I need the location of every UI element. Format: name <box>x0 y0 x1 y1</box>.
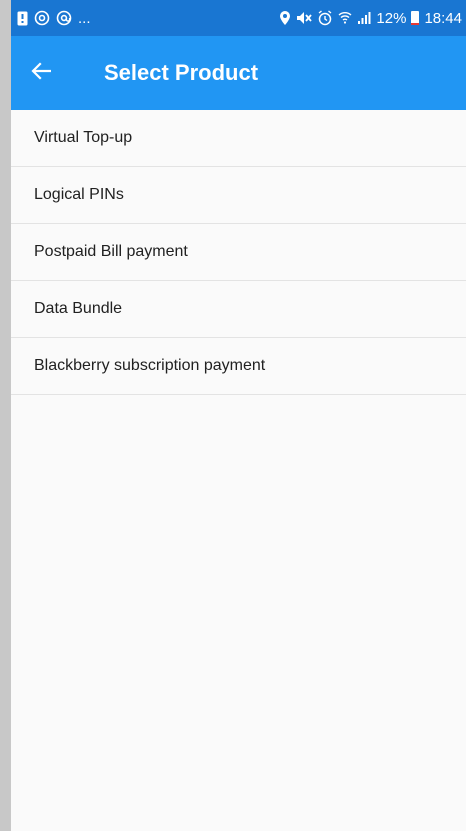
alarm-icon <box>317 9 333 27</box>
battery-level <box>411 23 420 25</box>
wifi-icon <box>338 9 352 27</box>
status-ellipsis: ... <box>78 9 91 27</box>
battery-percent: 12% <box>376 9 407 27</box>
sync-icon <box>34 9 50 27</box>
device-frame: ... 12% 18:44 Select Product Virtual Top… <box>0 0 466 831</box>
list-item-label: Data Bundle <box>34 300 123 317</box>
arrow-left-icon <box>31 61 52 85</box>
page-title: Select Product <box>104 60 259 85</box>
mute-icon <box>296 9 313 27</box>
signal-icon <box>357 9 371 27</box>
list-item-postpaid-bill-payment[interactable]: Postpaid Bill payment <box>11 224 466 281</box>
status-right-group: 12% 18:44 <box>279 9 466 27</box>
battery-icon <box>411 11 420 25</box>
product-list: Virtual Top-up Logical PINs Postpaid Bil… <box>11 110 466 395</box>
list-item-data-bundle[interactable]: Data Bundle <box>11 281 466 338</box>
app-bar: Select Product <box>11 36 466 110</box>
status-bar: ... 12% 18:44 <box>11 0 466 36</box>
notification-icon <box>17 9 28 27</box>
list-item-label: Postpaid Bill payment <box>34 243 188 260</box>
list-item-virtual-top-up[interactable]: Virtual Top-up <box>11 110 466 167</box>
list-item-label: Virtual Top-up <box>34 129 133 146</box>
list-item-blackberry-subscription-payment[interactable]: Blackberry subscription payment <box>11 338 466 395</box>
status-time: 18:44 <box>424 9 462 27</box>
at-icon <box>56 9 72 27</box>
back-button[interactable] <box>11 36 71 110</box>
list-item-label: Blackberry subscription payment <box>34 357 266 374</box>
location-icon <box>279 9 291 27</box>
list-item-label: Logical PINs <box>34 186 124 203</box>
status-left-group: ... <box>11 9 91 27</box>
list-item-logical-pins[interactable]: Logical PINs <box>11 167 466 224</box>
app-screen: ... 12% 18:44 Select Product Virtual Top… <box>11 0 466 831</box>
